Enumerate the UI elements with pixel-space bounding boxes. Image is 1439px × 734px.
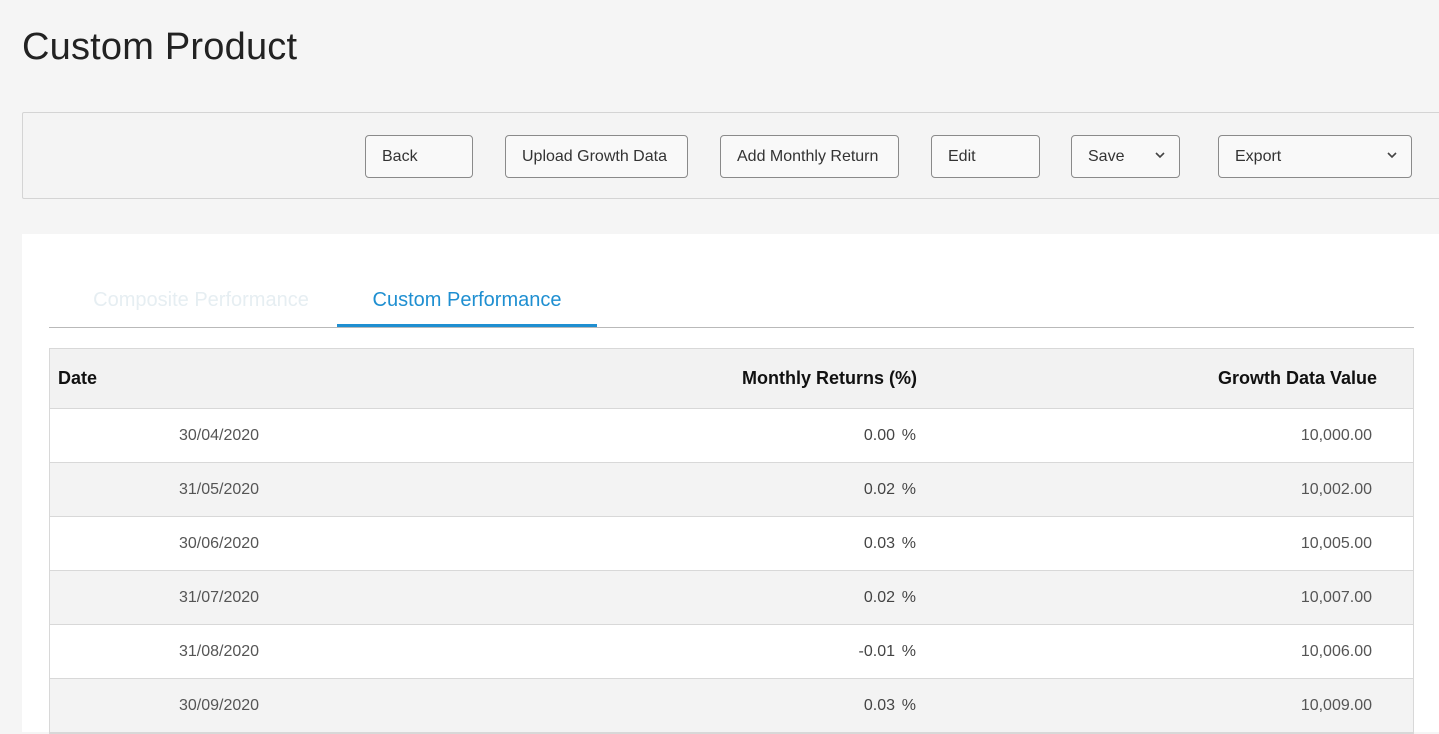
edit-button[interactable]: Edit: [931, 135, 1040, 178]
cell-growth-value: 10,009.00: [1300, 696, 1372, 714]
chevron-down-icon: [1387, 152, 1397, 159]
tab-custom-performance[interactable]: Custom Performance: [337, 274, 597, 326]
table-row[interactable]: 31/07/2020 0.02 % 10,007.00: [50, 571, 1413, 625]
export-dropdown-button[interactable]: Export: [1218, 135, 1412, 178]
cell-date: 31/07/2020: [179, 588, 260, 606]
table-header: Date Monthly Returns (%) Growth Data Val…: [50, 349, 1413, 409]
cell-growth-value: 10,006.00: [1300, 642, 1372, 660]
percent-symbol: %: [901, 642, 916, 660]
back-button[interactable]: Back: [365, 135, 473, 178]
upload-growth-data-button[interactable]: Upload Growth Data: [505, 135, 688, 178]
returns-table: Date Monthly Returns (%) Growth Data Val…: [49, 348, 1414, 734]
save-dropdown-button[interactable]: Save: [1071, 135, 1180, 178]
table-row[interactable]: 30/04/2020 0.00 % 10,000.00: [50, 409, 1413, 463]
active-tab-indicator: [337, 324, 597, 327]
cell-monthly-return: 0.03: [863, 534, 895, 552]
cell-date: 31/08/2020: [179, 642, 260, 660]
percent-symbol: %: [901, 426, 916, 444]
cell-monthly-return: 0.02: [863, 588, 895, 606]
percent-symbol: %: [901, 480, 916, 498]
table-row[interactable]: 31/05/2020 0.02 % 10,002.00: [50, 463, 1413, 517]
cell-growth-value: 10,000.00: [1300, 426, 1372, 444]
performance-panel: Composite Performance Custom Performance…: [22, 234, 1439, 734]
chevron-down-icon: [1155, 152, 1165, 159]
toolbar: Back Upload Growth Data Add Monthly Retu…: [22, 112, 1439, 199]
column-header-growth-data-value[interactable]: Growth Data Value: [1218, 349, 1377, 408]
tab-composite-performance[interactable]: Composite Performance: [61, 274, 341, 326]
cell-growth-value: 10,005.00: [1300, 534, 1372, 552]
cell-monthly-return: 0.02: [863, 480, 895, 498]
cell-monthly-return: -0.01: [858, 642, 895, 660]
table-row[interactable]: 30/09/2020 0.03 % 10,009.00: [50, 679, 1413, 733]
save-label: Save: [1088, 147, 1125, 165]
cell-growth-value: 10,007.00: [1300, 588, 1372, 606]
export-label: Export: [1235, 147, 1282, 165]
cell-date: 30/04/2020: [179, 426, 260, 444]
cell-date: 30/06/2020: [179, 534, 260, 552]
percent-symbol: %: [901, 534, 916, 552]
percent-symbol: %: [901, 696, 916, 714]
table-row[interactable]: 30/06/2020 0.03 % 10,005.00: [50, 517, 1413, 571]
column-header-date[interactable]: Date: [58, 349, 97, 408]
percent-symbol: %: [901, 588, 916, 606]
cell-monthly-return: 0.03: [863, 696, 895, 714]
cell-growth-value: 10,002.00: [1300, 480, 1372, 498]
cell-monthly-return: 0.00: [863, 426, 895, 444]
table-row[interactable]: 31/08/2020 -0.01 % 10,006.00: [50, 625, 1413, 679]
cell-date: 30/09/2020: [179, 696, 260, 714]
cell-date: 31/05/2020: [179, 480, 260, 498]
page-title: Custom Product: [22, 26, 298, 68]
performance-tabs: Composite Performance Custom Performance: [49, 274, 1414, 328]
column-header-monthly-returns[interactable]: Monthly Returns (%): [742, 349, 917, 408]
add-monthly-return-button[interactable]: Add Monthly Return: [720, 135, 899, 178]
